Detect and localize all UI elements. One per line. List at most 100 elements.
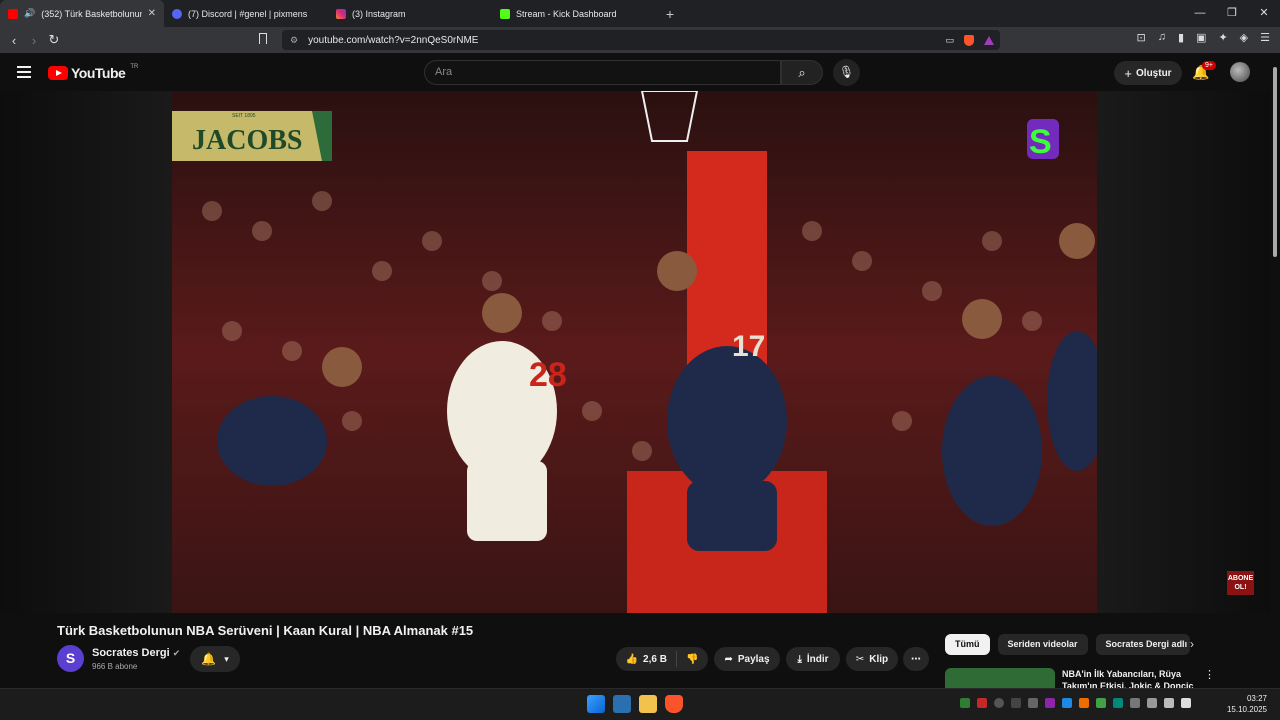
download-icon: ⤓ [797, 653, 802, 665]
close-window-icon[interactable]: ✕ [1248, 0, 1280, 27]
video-player[interactable]: JACOBS SEIT 1895 28 17 S [172, 91, 1097, 613]
like-button[interactable]: 👍 2,6 B [626, 654, 667, 665]
url-field[interactable]: ⚙ youtube.com/watch?v=2nnQeS0rNME ▭ [282, 30, 1000, 50]
scrollbar-thumb[interactable] [1273, 67, 1277, 257]
restore-icon[interactable]: ❐ [1216, 0, 1248, 27]
brave-shields-icon[interactable] [964, 34, 974, 46]
new-tab-button[interactable]: + [660, 6, 680, 22]
sidebar-icon[interactable]: ▮ [1178, 31, 1184, 44]
cast-icon[interactable]: ▭ [945, 35, 954, 46]
search-button[interactable]: ⌕ [781, 60, 823, 85]
bookmark-icon[interactable] [259, 33, 267, 44]
tray-app-icon[interactable] [960, 698, 970, 708]
clip-button[interactable]: ✂ Klip [846, 647, 898, 671]
chip-all[interactable]: Tümü [945, 634, 990, 655]
tray-app-icon[interactable] [1079, 698, 1089, 708]
leo-ai-icon[interactable]: ✦ [1218, 31, 1227, 44]
tray-app-icon[interactable] [1062, 698, 1072, 708]
subscribe-overlay-badge[interactable]: ABONE OL! [1227, 571, 1254, 595]
tray-app-icon[interactable] [1096, 698, 1106, 708]
music-icon[interactable]: ♫ [1158, 31, 1166, 44]
chevron-right-icon[interactable]: › [1190, 637, 1194, 651]
bell-icon: 🔔 [201, 652, 217, 666]
more-actions-button[interactable]: ⋯ [903, 647, 929, 671]
download-button[interactable]: ⤓ İndir [786, 647, 840, 671]
tray-app-icon[interactable] [994, 698, 1004, 708]
channel-avatar[interactable]: S [57, 645, 84, 672]
create-label: Oluştur [1136, 67, 1172, 79]
tray-app-icon[interactable] [1113, 698, 1123, 708]
url-text: youtube.com/watch?v=2nnQeS0rNME [308, 34, 479, 46]
like-dislike-group: 👍 2,6 B 👎 [616, 647, 708, 671]
weather-widget-icon[interactable] [613, 695, 631, 713]
jacobs-logo-text: JACOBS [192, 125, 302, 156]
windows-start-icon[interactable] [587, 695, 605, 713]
taskbar-clock[interactable]: 03:27 15.10.2025 [1227, 693, 1267, 715]
youtube-play-icon [48, 66, 68, 80]
close-tab-icon[interactable]: ✕ [148, 8, 156, 19]
account-avatar[interactable] [1230, 62, 1250, 82]
ambient-right [1097, 91, 1270, 613]
dislike-button[interactable]: 👎 [686, 654, 698, 665]
menu-icon[interactable]: ☰ [1260, 31, 1270, 44]
brave-rewards-icon[interactable] [984, 35, 994, 45]
channel-watermark-icon: S [1027, 119, 1059, 161]
reload-icon[interactable]: ↻ [44, 32, 64, 48]
minimize-icon[interactable]: — [1184, 0, 1216, 27]
recommendation-thumbnail[interactable] [945, 668, 1055, 690]
plus-icon: + [1124, 65, 1133, 81]
clock-time: 03:27 [1246, 694, 1267, 703]
tab-kick[interactable]: Stream - Kick Dashboard [492, 0, 656, 27]
tray-app-icon[interactable] [1045, 698, 1055, 708]
channel-name-text: Socrates Dergi [92, 647, 170, 659]
battery-icon[interactable] [1181, 698, 1191, 708]
brave-browser-icon[interactable] [665, 695, 683, 713]
tab-title: (352) Türk Basketbolunun NBA [41, 8, 142, 19]
tab-title: (3) Instagram [352, 8, 406, 19]
system-tray [960, 698, 1191, 708]
create-button[interactable]: + Oluştur [1114, 61, 1182, 85]
volume-icon[interactable] [1164, 698, 1174, 708]
chip-series[interactable]: Seriden videolar [997, 634, 1088, 655]
video-title: Türk Basketbolunun NBA Serüveni | Kaan K… [57, 623, 474, 638]
tab-instagram[interactable]: (3) Instagram [328, 0, 492, 27]
clip-label: Klip [869, 653, 889, 665]
channel-name[interactable]: Socrates Dergi ✔ [92, 647, 180, 659]
wallet-icon[interactable]: ▣ [1196, 31, 1206, 44]
like-count: 2,6 B [643, 653, 667, 665]
speaker-icon[interactable]: 🔊 [24, 8, 35, 19]
forward-icon[interactable]: › [24, 33, 44, 48]
microphone-icon[interactable] [1130, 698, 1140, 708]
tab-discord[interactable]: (7) Discord | #genel | pixmens [164, 0, 328, 27]
jersey-number-17: 17 [732, 330, 765, 363]
discord-icon [172, 8, 182, 19]
browser-tab-bar: 🔊 (352) Türk Basketbolunun NBA ✕ (7) Dis… [0, 0, 1280, 27]
thumbs-down-icon: 👎 [685, 653, 699, 665]
chip-channel[interactable]: Socrates Dergi adlı yü [1095, 634, 1190, 655]
instagram-icon [336, 8, 346, 19]
tray-app-icon[interactable] [977, 698, 987, 708]
recommendation-menu-icon[interactable]: ⋮ [1204, 668, 1215, 681]
os-taskbar: 03:27 15.10.2025 [0, 688, 1280, 720]
subscribed-notification-button[interactable]: 🔔 ▾ [190, 646, 240, 672]
verified-icon: ✔ [172, 648, 181, 658]
recommendation-title[interactable]: NBA'in İlk Yabancıları, Rüya Takım'ın Et… [1062, 668, 1197, 690]
tray-app-icon[interactable] [1028, 698, 1038, 708]
kick-icon [500, 8, 510, 19]
network-icon[interactable] [1147, 698, 1157, 708]
vpn-icon[interactable]: ◈ [1240, 31, 1248, 44]
search-input[interactable]: Ara [424, 60, 781, 85]
scissors-icon: ✂ [855, 653, 865, 665]
site-info-icon[interactable]: ⚙ [290, 35, 298, 46]
screenshot-icon[interactable]: ⊡ [1137, 31, 1146, 44]
back-icon[interactable]: ‹ [4, 33, 24, 48]
tray-app-icon[interactable] [1011, 698, 1021, 708]
tab-youtube[interactable]: 🔊 (352) Türk Basketbolunun NBA ✕ [0, 0, 164, 27]
subscriber-count: 966 B abone [92, 662, 138, 671]
page-scrollbar[interactable] [1270, 53, 1280, 688]
hamburger-menu-icon[interactable] [17, 66, 31, 78]
voice-search-button[interactable]: 🎙 [833, 59, 860, 86]
youtube-logo[interactable]: YouTube TR [48, 64, 138, 81]
file-explorer-icon[interactable] [639, 695, 657, 713]
share-button[interactable]: ➦ Paylaş [714, 647, 780, 671]
